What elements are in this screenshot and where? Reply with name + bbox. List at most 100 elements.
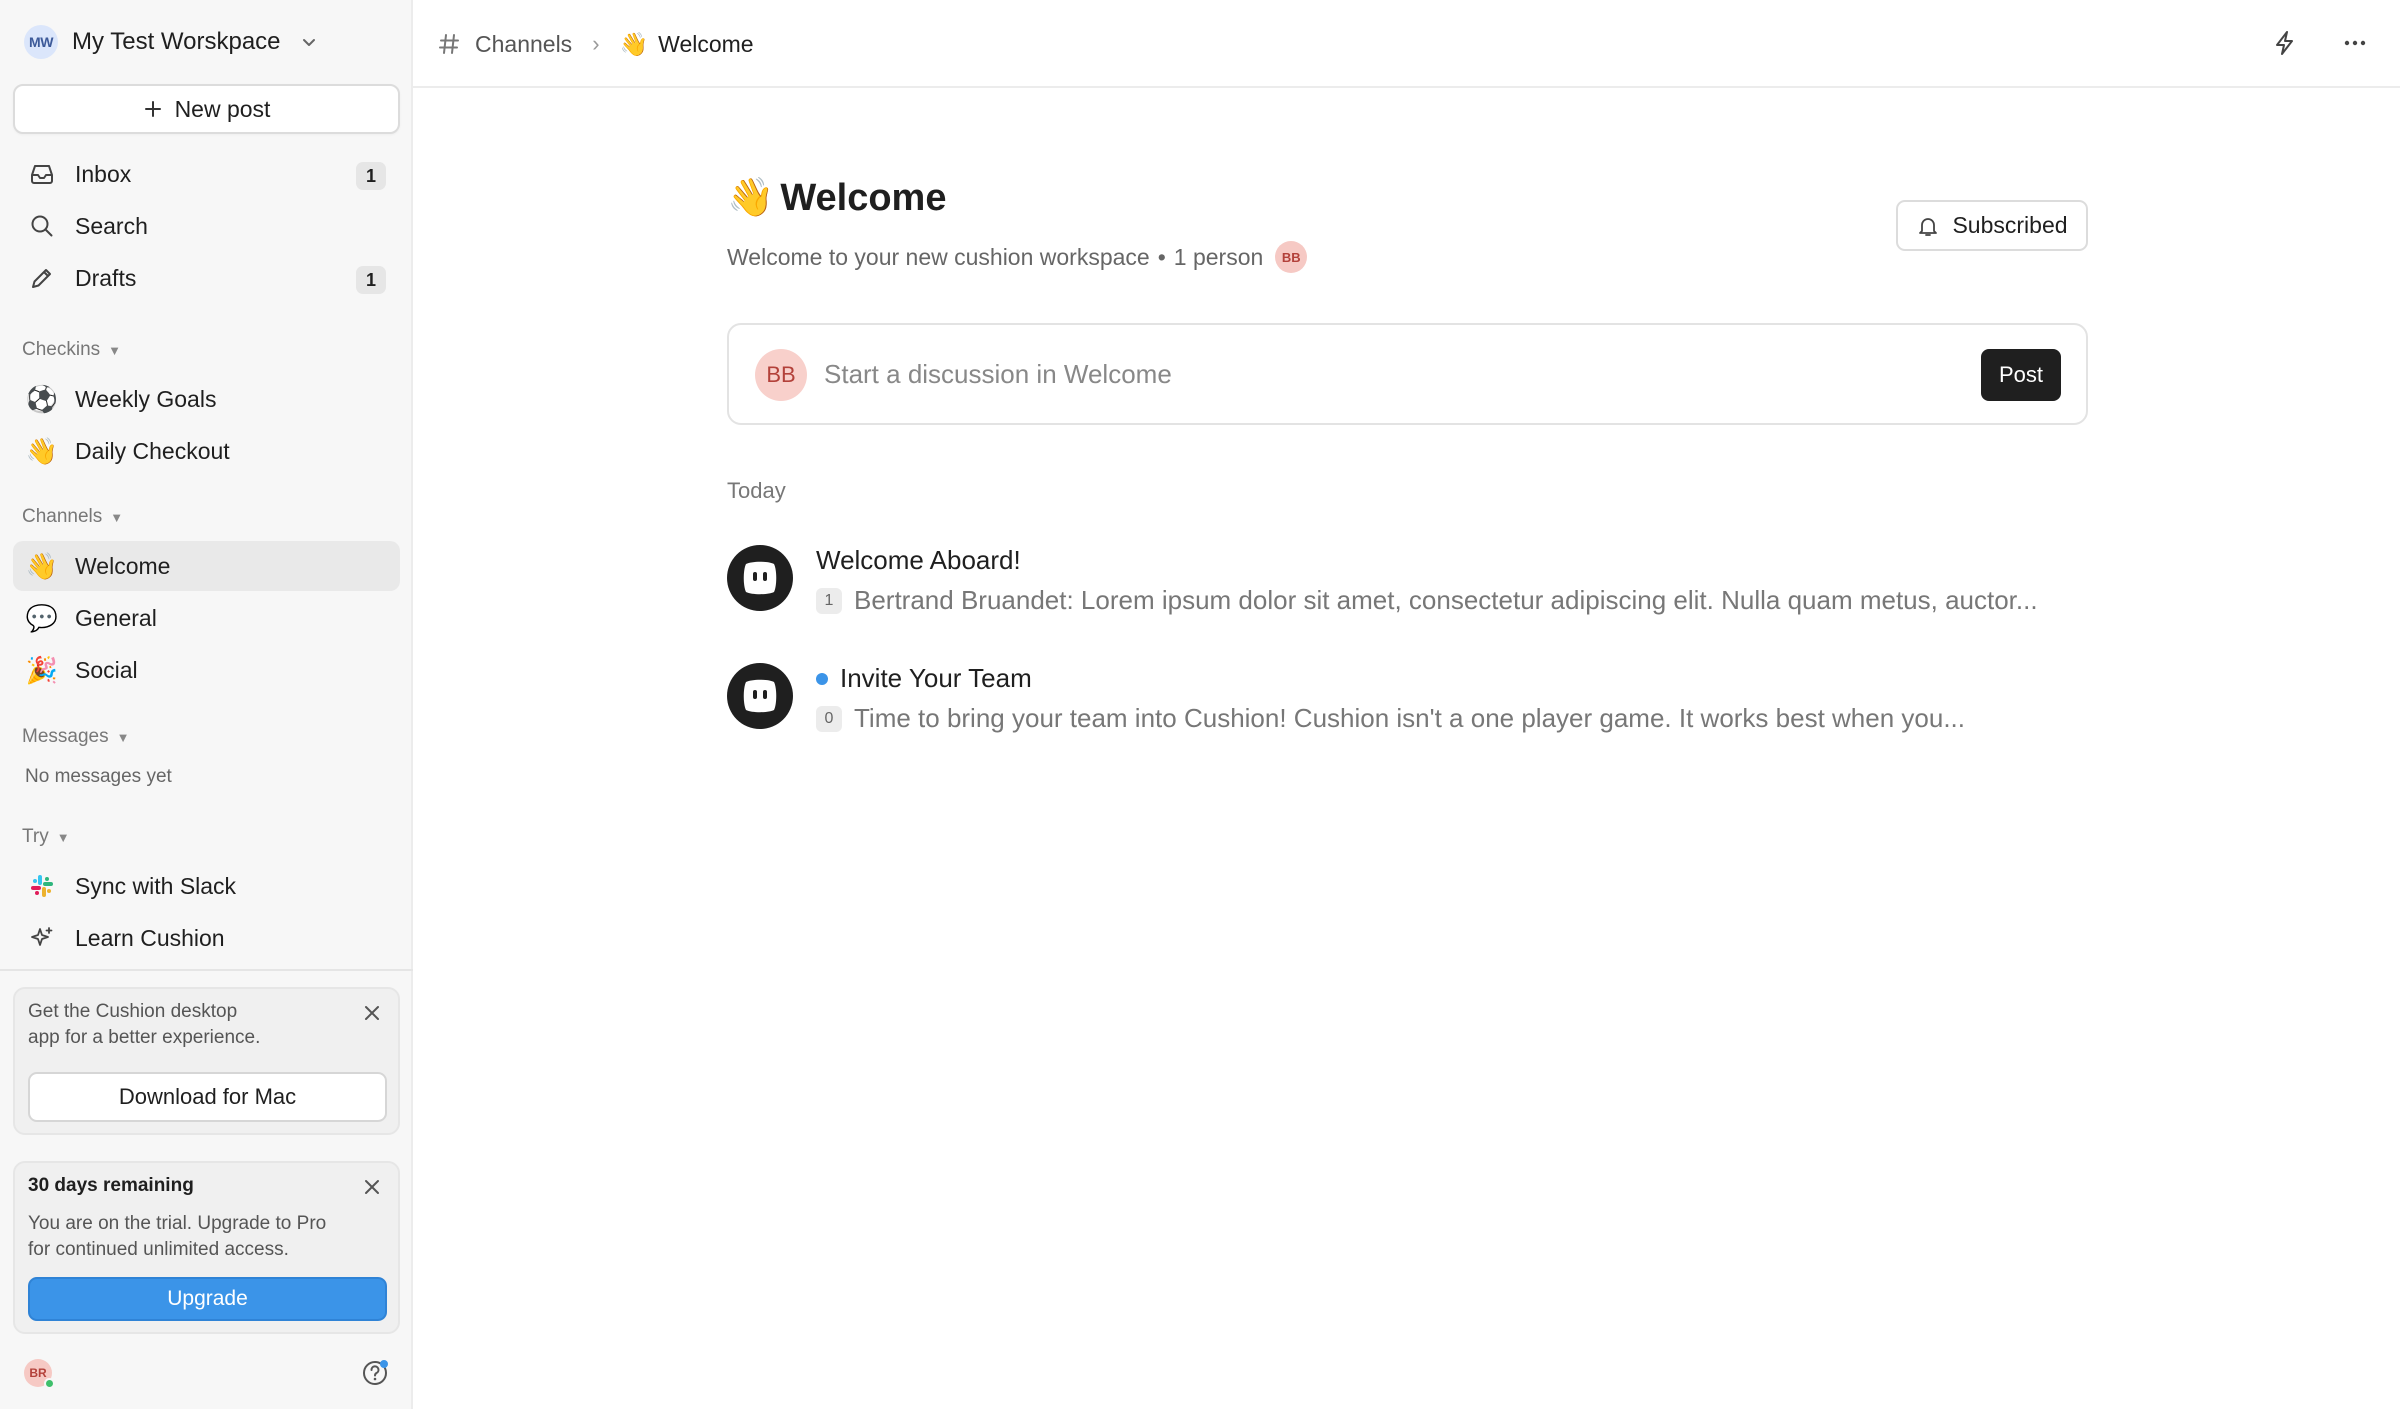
channels-section-toggle[interactable]: Channels ▼ — [22, 506, 123, 528]
messages-section-label: Messages — [22, 726, 109, 747]
post-title-text: Invite Your Team — [840, 663, 1032, 693]
post-preview: 0 Time to bring your team into Cushion! … — [816, 703, 2106, 734]
list-item[interactable]: Invite Your Team 0 Time to bring your te… — [727, 663, 2097, 743]
sidebar-item-label: Search — [75, 212, 148, 239]
separator-dot: • — [1157, 243, 1166, 270]
caret-down-icon: ▼ — [116, 729, 130, 745]
reply-count-badge: 0 — [816, 705, 842, 732]
post-title-text: Welcome Aboard! — [816, 545, 1021, 575]
waving-hand-icon: 👋 — [727, 177, 775, 219]
inbox-count-badge: 1 — [356, 162, 386, 190]
caret-down-icon: ▼ — [110, 509, 124, 525]
upgrade-button[interactable]: Upgrade — [28, 1277, 387, 1321]
trial-title: 30 days remaining — [28, 1175, 194, 1196]
breadcrumb-channels-link[interactable]: Channels — [475, 31, 572, 58]
close-icon[interactable] — [362, 1177, 382, 1197]
checkins-section-toggle[interactable]: Checkins ▼ — [22, 339, 121, 361]
try-section-label: Try — [22, 826, 49, 847]
sidebar-item-daily-checkout[interactable]: 👋 Daily Checkout — [13, 426, 400, 476]
cushion-bot-avatar — [727, 545, 793, 611]
post-preview-text: Time to bring your team into Cushion! Cu… — [854, 703, 1965, 733]
new-post-button[interactable]: New post — [13, 84, 400, 134]
post-title: Invite Your Team — [816, 663, 1032, 694]
desktop-app-promo: Get the Cushion desktop app for a better… — [13, 987, 400, 1135]
more-horizontal-icon — [2344, 40, 2366, 46]
post-preview: 1 Bertrand Bruandet: Lorem ipsum dolor s… — [816, 585, 2106, 616]
plus-icon — [144, 101, 161, 117]
channels-section-label: Channels — [22, 506, 103, 527]
sidebar-item-label: Daily Checkout — [75, 437, 230, 464]
member-avatar[interactable]: BB — [1275, 241, 1308, 273]
sidebar-item-general[interactable]: 💬 General — [13, 593, 400, 643]
caret-down-icon: ▼ — [56, 829, 70, 845]
sidebar-item-label: Welcome — [75, 552, 171, 579]
discussion-composer[interactable]: BB Start a discussion in Welcome Post — [727, 323, 2088, 425]
page-title: 👋 Welcome — [727, 176, 946, 220]
sidebar-item-welcome[interactable]: 👋 Welcome — [13, 541, 400, 591]
messages-section-toggle[interactable]: Messages ▼ — [22, 726, 129, 748]
composer-avatar: BB — [755, 349, 807, 401]
reply-count-badge: 1 — [816, 587, 842, 614]
sidebar-item-label: Weekly Goals — [75, 385, 217, 412]
trial-text: You are on the trial. Upgrade to Pro for… — [28, 1211, 326, 1263]
help-icon[interactable] — [360, 1358, 390, 1388]
sidebar-item-weekly-goals[interactable]: ⚽ Weekly Goals — [13, 374, 400, 424]
promo-text-line: app for a better experience. — [28, 1027, 261, 1048]
slack-icon — [27, 871, 57, 901]
promo-text-line: Get the Cushion desktop — [28, 1001, 238, 1022]
new-post-label: New post — [174, 95, 271, 122]
workspace-name: My Test Worskpace — [72, 28, 281, 55]
drafts-count-badge: 1 — [356, 266, 386, 294]
chevron-down-icon — [302, 39, 315, 46]
speech-bubble-icon: 💬 — [25, 603, 59, 633]
unread-indicator — [816, 672, 828, 685]
list-item[interactable]: Welcome Aboard! 1 Bertrand Bruandet: Lor… — [727, 545, 2097, 625]
checkins-section-label: Checkins — [22, 339, 101, 360]
post-preview-text: Bertrand Bruandet: Lorem ipsum dolor sit… — [854, 585, 2038, 615]
breadcrumb-current: 👋 Welcome — [620, 31, 754, 58]
promo-text: Get the Cushion desktop app for a better… — [28, 999, 260, 1051]
workspace-avatar: MW — [24, 25, 58, 59]
app-root: MW My Test Worskpace New post Inbox 1 Se… — [0, 0, 2400, 1409]
hash-icon — [439, 34, 459, 54]
trial-text-line: You are on the trial. Upgrade to Pro — [28, 1213, 327, 1234]
sidebar-item-sync-slack[interactable]: Sync with Slack — [13, 861, 400, 911]
trial-card: 30 days remaining You are on the trial. … — [13, 1161, 400, 1334]
sidebar-item-inbox[interactable]: Inbox 1 — [13, 149, 400, 199]
subscribed-label: Subscribed — [1952, 212, 2068, 238]
inbox-icon — [27, 159, 57, 189]
member-count[interactable]: 1 person — [1174, 244, 1264, 271]
try-section-toggle[interactable]: Try ▼ — [22, 826, 70, 848]
composer-placeholder[interactable]: Start a discussion in Welcome — [824, 359, 1172, 390]
subscribed-button[interactable]: Subscribed — [1896, 200, 2088, 251]
sidebar-item-label: Inbox — [75, 160, 132, 187]
channel-description-text: Welcome to your new cushion workspace — [727, 243, 1150, 270]
cushion-bot-avatar — [727, 663, 793, 729]
messages-empty-text: No messages yet — [25, 766, 172, 787]
search-icon — [27, 211, 57, 241]
sparkle-icon — [27, 923, 57, 953]
waving-hand-icon: 👋 — [25, 551, 59, 581]
lightning-icon — [2276, 31, 2293, 55]
sidebar-item-label: Social — [75, 656, 138, 683]
download-for-mac-button[interactable]: Download for Mac — [28, 1072, 387, 1122]
caret-down-icon: ▼ — [108, 342, 122, 358]
lightning-button[interactable] — [2268, 26, 2302, 60]
sidebar-item-social[interactable]: 🎉 Social — [13, 645, 400, 695]
sidebar-divider — [0, 969, 413, 971]
sidebar-item-search[interactable]: Search — [13, 201, 400, 251]
top-bar: Channels › 👋 Welcome — [413, 0, 2400, 88]
more-options-button[interactable] — [2338, 26, 2372, 60]
workspace-switcher[interactable]: MW My Test Worskpace — [24, 22, 317, 62]
sidebar-item-label: Sync with Slack — [75, 872, 237, 899]
sidebar-item-learn-cushion[interactable]: Learn Cushion — [13, 913, 400, 963]
post-button[interactable]: Post — [1981, 349, 2061, 401]
breadcrumb-current-label: Welcome — [658, 30, 754, 57]
chevron-right-icon: › — [592, 31, 600, 56]
close-icon[interactable] — [362, 1003, 382, 1023]
bell-icon — [1919, 217, 1938, 236]
party-popper-icon: 🎉 — [25, 655, 59, 685]
sidebar-item-drafts[interactable]: Drafts 1 — [13, 253, 400, 303]
channel-description: Welcome to your new cushion workspace • … — [727, 241, 1308, 273]
soccer-ball-icon: ⚽ — [25, 384, 59, 414]
